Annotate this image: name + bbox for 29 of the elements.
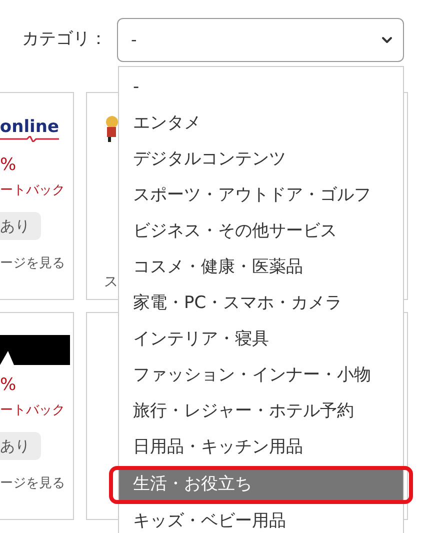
dropdown-option[interactable]: ビジネス・その他サービス (119, 214, 403, 250)
offer-card[interactable]: % ートバック あり ージを見る (0, 312, 74, 520)
dropdown-option[interactable]: インテリア・寝具 (119, 322, 403, 358)
dropdown-option[interactable]: 日用品・キッチン用品 (119, 430, 403, 466)
details-link[interactable]: ス (104, 275, 118, 289)
dropdown-option[interactable]: 生活・お役立ち (119, 470, 403, 500)
offer-card[interactable]: online % ートバック あり ージを見る (0, 92, 74, 300)
cashback-text: ートバック (0, 402, 65, 420)
dropdown-option[interactable]: コスメ・健康・医薬品 (119, 250, 403, 286)
dropdown-option[interactable]: - (119, 70, 403, 106)
rate-text: % (0, 377, 18, 394)
dropdown-option[interactable]: 旅行・レジャー・ホテル予約 (119, 394, 403, 430)
details-link[interactable]: ージを見る (0, 474, 65, 494)
filter-label: カテゴリ： (22, 28, 108, 52)
brand-logo (0, 335, 70, 365)
dropdown-option[interactable]: スポーツ・アウトドア・ゴルフ (119, 178, 403, 214)
dropdown-option[interactable]: エンタメ (119, 106, 403, 142)
rate-text: % (0, 157, 18, 174)
figure-icon (104, 115, 118, 143)
badge: あり (0, 212, 41, 240)
dropdown-option[interactable]: 家電・PC・スマホ・カメラ (119, 286, 403, 322)
dropdown-option[interactable]: ファッション・インナー・小物 (119, 358, 403, 394)
dropdown-option[interactable]: デジタルコンテンツ (119, 142, 403, 178)
brand-logo: online (0, 118, 73, 142)
badge: あり (0, 432, 41, 460)
cashback-text: ートバック (0, 182, 65, 200)
dropdown-option[interactable]: キッズ・ベビー用品 (119, 504, 403, 533)
details-link[interactable]: ージを見る (0, 254, 65, 274)
category-select[interactable]: - (117, 18, 404, 62)
